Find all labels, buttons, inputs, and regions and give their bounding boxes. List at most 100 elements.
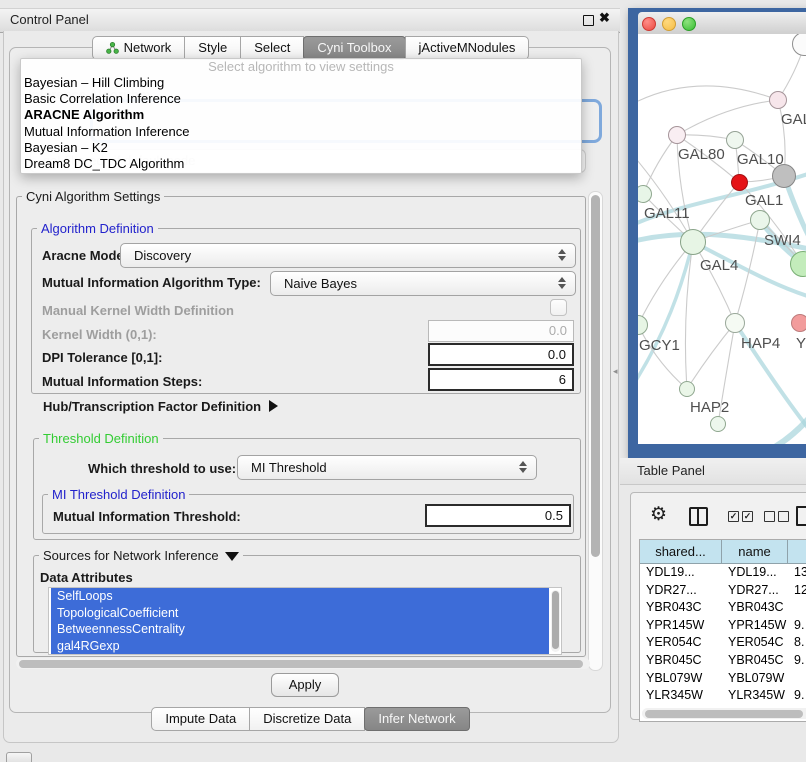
table-cell: YBR043C <box>640 599 722 617</box>
table-row[interactable]: YLR345WYLR345W9. <box>640 687 806 705</box>
settings-vertical-scrollbar[interactable] <box>588 191 603 671</box>
table-cell <box>788 670 806 688</box>
column-header[interactable]: A <box>788 540 806 564</box>
select-all-checkboxes-icon[interactable]: ✓✓ <box>728 511 753 522</box>
settings-horizontal-scrollbar[interactable] <box>16 658 590 669</box>
network-node-gal80[interactable] <box>668 126 686 144</box>
network-edge[interactable] <box>687 323 735 389</box>
tab-jactivemnodules[interactable]: jActiveMNodules <box>405 36 530 60</box>
mi-type-value: Naive Bayes <box>284 276 357 291</box>
float-window-icon[interactable] <box>583 15 594 26</box>
table-cell: 12 <box>788 582 806 600</box>
tab-select[interactable]: Select <box>240 36 304 60</box>
algorithm-option-mutual-information-inference[interactable]: Mutual Information Inference <box>21 124 581 140</box>
bottom-tab-impute-data[interactable]: Impute Data <box>151 707 250 731</box>
gear-icon[interactable]: ⚙ <box>650 503 667 526</box>
table-cell: YBR045C <box>640 652 722 670</box>
network-edge[interactable] <box>677 100 778 135</box>
sources-group-title[interactable]: Sources for Network Inference <box>39 548 243 563</box>
table-row[interactable]: YDL19...YDL19...13 <box>640 564 806 582</box>
new-table-icon[interactable] <box>796 506 806 526</box>
data-attributes-list[interactable]: SelfLoopsTopologicalCoefficientBetweenne… <box>48 587 562 655</box>
table-horizontal-scrollbar[interactable] <box>642 708 806 719</box>
data-attribute-item[interactable]: BetweennessCentrality <box>51 621 549 638</box>
aracne-mode-combo[interactable]: Discovery <box>120 243 576 268</box>
dpi-tolerance-field[interactable]: 0.0 <box>428 343 574 366</box>
columns-icon[interactable] <box>689 507 708 526</box>
column-header[interactable]: name <box>722 540 788 564</box>
algorithm-option-dream8-dc-tdc-algorithm[interactable]: Dream8 DC_TDC Algorithm <box>21 156 581 172</box>
network-node-hap2[interactable] <box>679 381 695 397</box>
which-threshold-combo[interactable]: MI Threshold <box>237 455 537 480</box>
tab-network[interactable]: Network <box>92 36 186 60</box>
table-row[interactable]: YIL053CYIL053C9. <box>640 705 806 706</box>
dpi-tolerance-label: DPI Tolerance [0,1]: <box>42 350 162 365</box>
table-row[interactable]: YBL079WYBL079W <box>640 670 806 688</box>
mi-threshold-definition-group: MI Threshold Definition Mutual Informati… <box>42 494 574 534</box>
mi-steps-field[interactable]: 6 <box>428 368 574 391</box>
table-row[interactable]: YDR27...YDR27...12 <box>640 582 806 600</box>
table-row[interactable]: YBR045CYBR045C9. <box>640 652 806 670</box>
network-node-hap4[interactable] <box>725 313 745 333</box>
mi-steps-label: Mutual Information Steps: <box>42 374 202 389</box>
mini-corner-button[interactable] <box>6 752 32 762</box>
settings-group-title: Cyni Algorithm Settings <box>22 189 164 204</box>
mi-threshold-field[interactable]: 0.5 <box>425 504 571 527</box>
tab-cyni-toolbox[interactable]: Cyni Toolbox <box>303 36 405 60</box>
network-edge[interactable] <box>638 86 778 104</box>
hub-definition-toggle[interactable]: Hub/Transcription Factor Definition <box>43 399 278 414</box>
network-node-swi4[interactable] <box>750 210 770 230</box>
algorithm-option-basic-correlation-inference[interactable]: Basic Correlation Inference <box>21 91 581 107</box>
network-view-window[interactable]: GALGAL80GAL10GAL1GAL11SWI4GAL4GCY1HAP4YH… <box>628 8 806 458</box>
table-cell: YDR27... <box>722 582 788 600</box>
algorithm-option-bayesian-hill-climbing[interactable]: Bayesian – Hill Climbing <box>21 75 581 91</box>
network-node-gal[interactable] <box>769 91 787 109</box>
table-cell: 8. <box>788 634 806 652</box>
node-label: GAL1 <box>745 192 783 209</box>
network-node[interactable] <box>772 164 796 188</box>
manual-kernel-checkbox[interactable] <box>550 299 567 316</box>
network-node-gal4[interactable] <box>680 229 706 255</box>
list-scrollbar[interactable] <box>551 590 560 652</box>
data-attribute-item[interactable]: SelfLoops <box>51 588 549 605</box>
network-edge[interactable] <box>638 242 693 325</box>
tab-style[interactable]: Style <box>184 36 241 60</box>
node-label: SWI4 <box>764 232 801 249</box>
sources-title-label: Sources for Network Inference <box>43 548 219 563</box>
combo-arrows-icon <box>558 277 566 289</box>
network-node[interactable] <box>710 416 726 432</box>
network-node-y[interactable] <box>791 314 806 332</box>
table-row[interactable]: YPR145WYPR145W9. <box>640 617 806 635</box>
zoom-window-icon[interactable] <box>682 17 696 31</box>
data-attribute-item[interactable]: gal4RGexp <box>51 638 549 655</box>
network-edge[interactable] <box>643 135 677 194</box>
apply-button[interactable]: Apply <box>271 673 339 697</box>
network-node-gal10[interactable] <box>726 131 744 149</box>
tab-label: Infer Network <box>378 711 455 726</box>
minimize-window-icon[interactable] <box>662 17 676 31</box>
network-node-gal1[interactable] <box>731 174 748 191</box>
column-header[interactable]: shared... <box>640 540 722 564</box>
deselect-all-checkboxes-icon[interactable] <box>764 511 789 522</box>
table-row[interactable]: YER054CYER054C8. <box>640 634 806 652</box>
network-icon <box>106 42 119 54</box>
close-window-icon[interactable] <box>642 17 656 31</box>
kernel-width-field[interactable]: 0.0 <box>428 320 574 342</box>
bottom-tab-infer-network[interactable]: Infer Network <box>364 707 469 731</box>
splitter-handle-icon[interactable]: ◂ <box>613 366 618 377</box>
table-cell: YER054C <box>722 634 788 652</box>
close-panel-icon[interactable]: ✖ <box>599 10 610 26</box>
algorithm-option-aracne-algorithm[interactable]: ARACNE Algorithm <box>21 107 581 123</box>
table-cell: YDR27... <box>640 582 722 600</box>
algorithm-option-bayesian-k2[interactable]: Bayesian – K2 <box>21 140 581 156</box>
node-label: GAL4 <box>700 257 738 274</box>
combo-arrows-icon <box>558 249 566 261</box>
table-row[interactable]: YBR043CYBR043C <box>640 599 806 617</box>
data-attribute-item[interactable]: TopologicalCoefficient <box>51 605 549 622</box>
network-window-titlebar[interactable] <box>638 12 806 35</box>
bottom-tab-discretize-data[interactable]: Discretize Data <box>249 707 365 731</box>
node-label: Y <box>796 335 806 352</box>
mi-algorithm-type-combo[interactable]: Naive Bayes <box>270 271 576 296</box>
table-cell: YPR145W <box>640 617 722 635</box>
network-canvas[interactable]: GALGAL80GAL10GAL1GAL11SWI4GAL4GCY1HAP4YH… <box>638 34 806 444</box>
